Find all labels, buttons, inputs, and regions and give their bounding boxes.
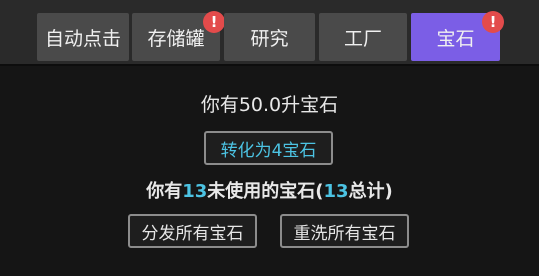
convert-gems-button[interactable]: 转化为4宝石 xyxy=(204,131,333,165)
distribute-all-gems-button[interactable]: 分发所有宝石 xyxy=(128,214,257,248)
unused-suffix: 总计) xyxy=(348,181,393,202)
tab-factory[interactable]: 工厂 xyxy=(319,13,407,61)
unused-gem-count: 13 xyxy=(182,181,208,202)
unused-gems-summary: 你有13未使用的宝石(13总计) xyxy=(0,177,539,203)
tab-research[interactable]: 研究 xyxy=(224,13,315,61)
reset-all-gems-button[interactable]: 重洗所有宝石 xyxy=(280,214,409,248)
gems-panel: 你有50.0升宝石 转化为4宝石 你有13未使用的宝石(13总计) 分发所有宝石… xyxy=(0,66,539,276)
alert-badge-icon: ! xyxy=(482,11,504,33)
unused-prefix: 你有 xyxy=(146,181,183,202)
alert-badge-icon: ! xyxy=(203,11,225,33)
tab-bar: 自动点击 存储罐 ! 研究 工厂 宝石 ! xyxy=(0,0,539,66)
total-gem-count: 13 xyxy=(323,181,349,202)
gem-liters-text: 你有50.0升宝石 xyxy=(200,94,339,116)
unused-middle: 未使用的宝石( xyxy=(207,181,324,202)
tab-auto-click[interactable]: 自动点击 xyxy=(37,13,129,61)
